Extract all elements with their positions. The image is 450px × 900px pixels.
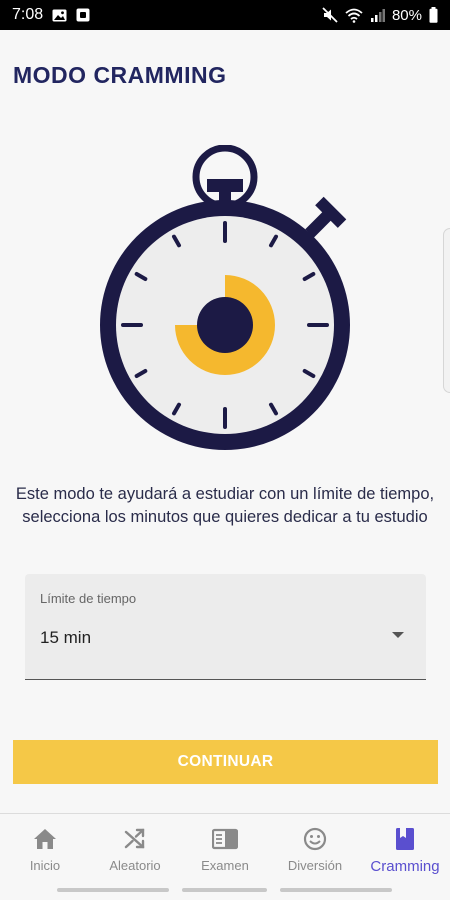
screenshot-icon: [76, 8, 90, 22]
gesture-bar-right: [280, 888, 392, 892]
nav-label: Inicio: [29, 858, 61, 873]
bottom-navigation: Inicio Aleatorio Examen Diversión Crammi…: [0, 813, 450, 900]
signal-icon: [370, 8, 385, 22]
wifi-icon: [345, 8, 363, 23]
image-icon: [52, 9, 67, 22]
nav-label: Aleatorio: [109, 858, 161, 873]
time-limit-label: Límite de tiempo: [40, 591, 137, 606]
page-title: MODO CRAMMING: [13, 62, 227, 88]
gesture-bar-left: [57, 888, 169, 892]
time-limit-select[interactable]: Límite de tiempo 15 min: [25, 574, 426, 680]
edge-panel-handle[interactable]: [443, 228, 450, 393]
home-icon: [32, 826, 58, 852]
book-open-icon: [212, 826, 238, 852]
status-bar: 7:08 80%: [0, 0, 450, 30]
smile-icon: [302, 826, 328, 852]
stopwatch-icon: [95, 144, 355, 450]
shuffle-icon: [122, 826, 148, 852]
dropdown-arrow-icon: [392, 632, 404, 638]
battery-icon: [429, 7, 438, 23]
nav-label: Cramming: [370, 858, 440, 875]
bookmark-book-icon: [392, 826, 418, 852]
status-time: 7:08: [12, 6, 44, 23]
continue-button[interactable]: CONTINUAR: [13, 740, 438, 784]
mode-description: Este modo te ayudará a estudiar con un l…: [15, 485, 435, 526]
nav-label: Diversión: [287, 858, 343, 873]
gesture-bar-center: [182, 888, 267, 892]
time-limit-value: 15 min: [40, 628, 92, 647]
nav-label: Examen: [201, 858, 249, 873]
mute-icon: [322, 7, 338, 23]
battery-text: 80%: [391, 6, 422, 24]
